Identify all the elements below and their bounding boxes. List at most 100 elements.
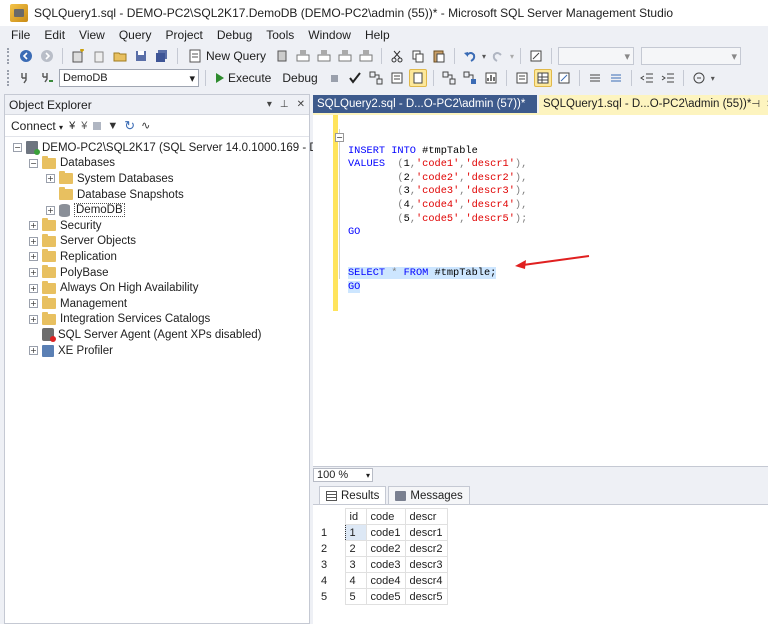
results-to-grid-icon[interactable] (533, 69, 552, 87)
forward-icon[interactable] (38, 47, 56, 65)
results-to-file-icon[interactable] (555, 69, 573, 87)
include-actual-plan-icon[interactable] (440, 69, 458, 87)
window-position-icon[interactable]: ▾ (267, 99, 272, 110)
toolbar-overflow-icon[interactable]: ▾ (711, 74, 715, 83)
display-estimated-plan-icon[interactable] (367, 69, 385, 87)
expand-icon[interactable]: + (29, 314, 38, 324)
column-header-descr[interactable]: descr (404, 508, 448, 525)
tree-node-management[interactable]: + Management (5, 296, 309, 312)
client-statistics-icon[interactable] (482, 69, 500, 87)
expand-icon[interactable]: + (46, 205, 55, 215)
cell-code[interactable]: code1 (365, 524, 406, 541)
parse-checkmark-icon[interactable] (346, 69, 364, 87)
tree-node-system-databases[interactable]: + System Databases (5, 171, 309, 187)
menu-help[interactable]: Help (358, 28, 397, 42)
tab-messages[interactable]: Messages (388, 486, 470, 504)
cell-code[interactable]: code5 (365, 588, 406, 605)
save-icon[interactable] (132, 47, 150, 65)
cancel-query-icon[interactable] (325, 69, 343, 87)
connect-icon[interactable] (17, 69, 35, 87)
uncomment-icon[interactable] (607, 69, 625, 87)
live-query-statistics-icon[interactable] (461, 69, 479, 87)
cell-id[interactable]: 5 (344, 588, 367, 605)
refresh-icon[interactable]: ↻ (124, 118, 135, 134)
collapse-icon[interactable]: − (29, 158, 38, 168)
pin-icon[interactable]: ⊥ (280, 99, 289, 110)
query-editor[interactable]: − INSERT INTO #tmpTable VALUES (1,'code1'… (313, 115, 768, 466)
menu-window[interactable]: Window (301, 28, 358, 42)
cell-id[interactable]: 2 (344, 540, 367, 557)
menu-project[interactable]: Project (159, 28, 210, 42)
row-number[interactable]: 1 (317, 524, 345, 541)
expand-icon[interactable]: + (29, 221, 38, 231)
comment-out-icon[interactable] (586, 69, 604, 87)
toolbar-grip[interactable] (7, 70, 11, 86)
disconnect-icon[interactable]: ¥ (81, 120, 87, 132)
column-header-code[interactable]: code (365, 508, 406, 525)
back-icon[interactable] (17, 47, 35, 65)
change-connection-icon[interactable] (38, 69, 56, 87)
toolbar-grip[interactable] (7, 48, 11, 64)
undo-dropdown-icon[interactable]: ▾ (482, 52, 486, 61)
add-item-icon[interactable] (90, 47, 108, 65)
cell-code[interactable]: code3 (365, 556, 406, 573)
tree-node-server[interactable]: − DEMO-PC2\SQL2K17 (SQL Server 14.0.1000… (5, 140, 355, 156)
connect-plug-icon[interactable]: ¥ (69, 120, 75, 132)
paste-icon[interactable] (430, 47, 448, 65)
execute-button[interactable]: Execute (212, 71, 275, 85)
tab-sqlquery1[interactable]: SQLQuery1.sql - D...O-PC2\admin (55))* ⊣… (539, 95, 768, 113)
menu-query[interactable]: Query (112, 28, 159, 42)
menu-debug[interactable]: Debug (210, 28, 259, 42)
connect-dropdown-button[interactable]: Connect ▾ (11, 119, 63, 133)
tree-node-server-objects[interactable]: + Server Objects (5, 233, 309, 250)
expand-icon[interactable]: + (29, 236, 38, 246)
activity-monitor-icon[interactable]: ∿ (141, 119, 150, 132)
tree-node-demodb[interactable]: + DemoDB (5, 202, 309, 218)
save-all-icon[interactable] (153, 47, 171, 65)
menu-view[interactable]: View (72, 28, 112, 42)
collapse-icon[interactable]: − (13, 143, 22, 153)
open-folder-icon[interactable] (111, 47, 129, 65)
mdx-query-icon[interactable] (294, 47, 312, 65)
new-project-icon[interactable] (69, 47, 87, 65)
stop-icon[interactable] (93, 121, 102, 130)
redo-icon[interactable] (489, 47, 507, 65)
specify-template-values-icon[interactable] (690, 69, 708, 87)
cell-descr[interactable]: descr3 (404, 556, 448, 573)
grid-corner[interactable] (317, 508, 345, 525)
increase-indent-icon[interactable] (659, 69, 677, 87)
row-number[interactable]: 5 (317, 588, 345, 605)
solution-platform-dropdown[interactable]: ▾ (641, 47, 742, 65)
row-number[interactable]: 4 (317, 572, 345, 589)
solution-configuration-dropdown[interactable]: ▾ (558, 47, 635, 65)
results-to-text-icon[interactable] (513, 69, 531, 87)
cell-id[interactable]: 1 (344, 524, 367, 541)
expand-icon[interactable]: + (29, 252, 38, 262)
tab-sqlquery2[interactable]: SQLQuery2.sql - D...O-PC2\admin (57))* (313, 95, 537, 113)
expand-icon[interactable]: + (29, 283, 38, 293)
tree-node-sql-agent[interactable]: SQL Server Agent (Agent XPs disabled) (5, 327, 309, 343)
cell-code[interactable]: code4 (365, 572, 406, 589)
menu-edit[interactable]: Edit (37, 28, 72, 42)
tree-node-database-snapshots[interactable]: Database Snapshots (5, 187, 309, 203)
tree-node-integration-services[interactable]: + Integration Services Catalogs (5, 311, 309, 328)
debug-button[interactable]: Debug (278, 71, 321, 85)
cell-descr[interactable]: descr5 (404, 588, 448, 605)
row-number[interactable]: 2 (317, 540, 345, 557)
cell-id[interactable]: 4 (344, 572, 367, 589)
close-icon[interactable]: ✕ (297, 99, 305, 110)
decrease-indent-icon[interactable] (638, 69, 656, 87)
cut-icon[interactable] (388, 47, 406, 65)
sqlcmd-mode-icon[interactable] (408, 69, 427, 87)
cell-descr[interactable]: descr2 (404, 540, 448, 557)
tab-results[interactable]: Results (319, 486, 387, 504)
filter-icon[interactable]: ▼ (107, 120, 118, 132)
expand-icon[interactable]: + (29, 299, 38, 309)
tree-node-security[interactable]: + Security (5, 218, 309, 234)
cell-descr[interactable]: descr1 (404, 524, 448, 541)
tree-node-always-on[interactable]: + Always On High Availability (5, 280, 309, 296)
cell-code[interactable]: code2 (365, 540, 406, 557)
tree-node-replication[interactable]: + Replication (5, 249, 309, 265)
tree-node-xe-profiler[interactable]: + XE Profiler (5, 343, 309, 359)
tree-node-databases[interactable]: − Databases (5, 155, 309, 172)
